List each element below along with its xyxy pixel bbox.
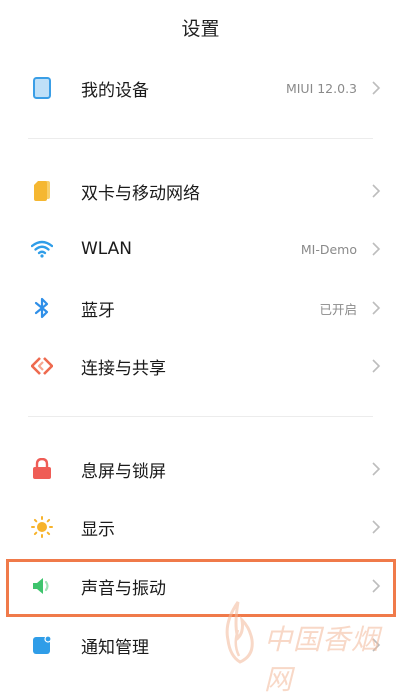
settings-item-value: MIUI 12.0.3	[285, 80, 357, 96]
page-title: 设置	[181, 18, 220, 40]
chevron-right-icon	[372, 520, 381, 534]
settings-item-dual-sim[interactable]: 双卡与移动网络	[0, 162, 401, 220]
settings-item-bluetooth[interactable]: 蓝牙 已开启	[0, 279, 401, 337]
highlight-box	[6, 559, 396, 617]
settings-item-value: MI-Demo	[300, 241, 357, 257]
chevron-right-icon	[372, 462, 381, 476]
wifi-icon	[31, 238, 53, 260]
sim-card-icon	[31, 180, 53, 202]
chevron-right-icon	[372, 184, 381, 198]
divider	[28, 138, 373, 139]
settings-item-connection-sharing[interactable]: 连接与共享	[0, 337, 401, 395]
settings-item-label: 蓝牙	[81, 300, 115, 321]
lock-icon	[31, 458, 53, 480]
settings-item-display[interactable]: 显示	[0, 498, 401, 556]
divider	[28, 416, 373, 417]
chevron-right-icon	[372, 638, 381, 652]
settings-item-label: 我的设备	[81, 80, 149, 101]
settings-item-label: 通知管理	[81, 637, 149, 658]
chevron-right-icon	[372, 81, 381, 95]
chevron-right-icon	[372, 359, 381, 373]
settings-item-label: 双卡与移动网络	[81, 183, 200, 204]
settings-item-my-device[interactable]: 我的设备 MIUI 12.0.3	[0, 59, 401, 117]
settings-item-wlan[interactable]: WLAN MI-Demo	[0, 220, 401, 278]
notification-icon	[31, 634, 53, 656]
settings-item-notifications[interactable]: 通知管理	[0, 616, 401, 674]
settings-item-label: 连接与共享	[81, 358, 166, 379]
connection-share-icon	[31, 355, 53, 377]
chevron-right-icon	[372, 301, 381, 315]
settings-item-label: WLAN	[81, 239, 133, 259]
settings-item-label: 息屏与锁屏	[81, 461, 166, 482]
settings-item-lock-screen[interactable]: 息屏与锁屏	[0, 440, 401, 498]
bluetooth-icon	[31, 297, 53, 319]
sun-icon	[31, 516, 53, 538]
chevron-right-icon	[372, 242, 381, 256]
settings-item-label: 显示	[81, 519, 115, 540]
settings-item-value: 已开启	[319, 301, 357, 317]
phone-icon	[31, 77, 53, 99]
